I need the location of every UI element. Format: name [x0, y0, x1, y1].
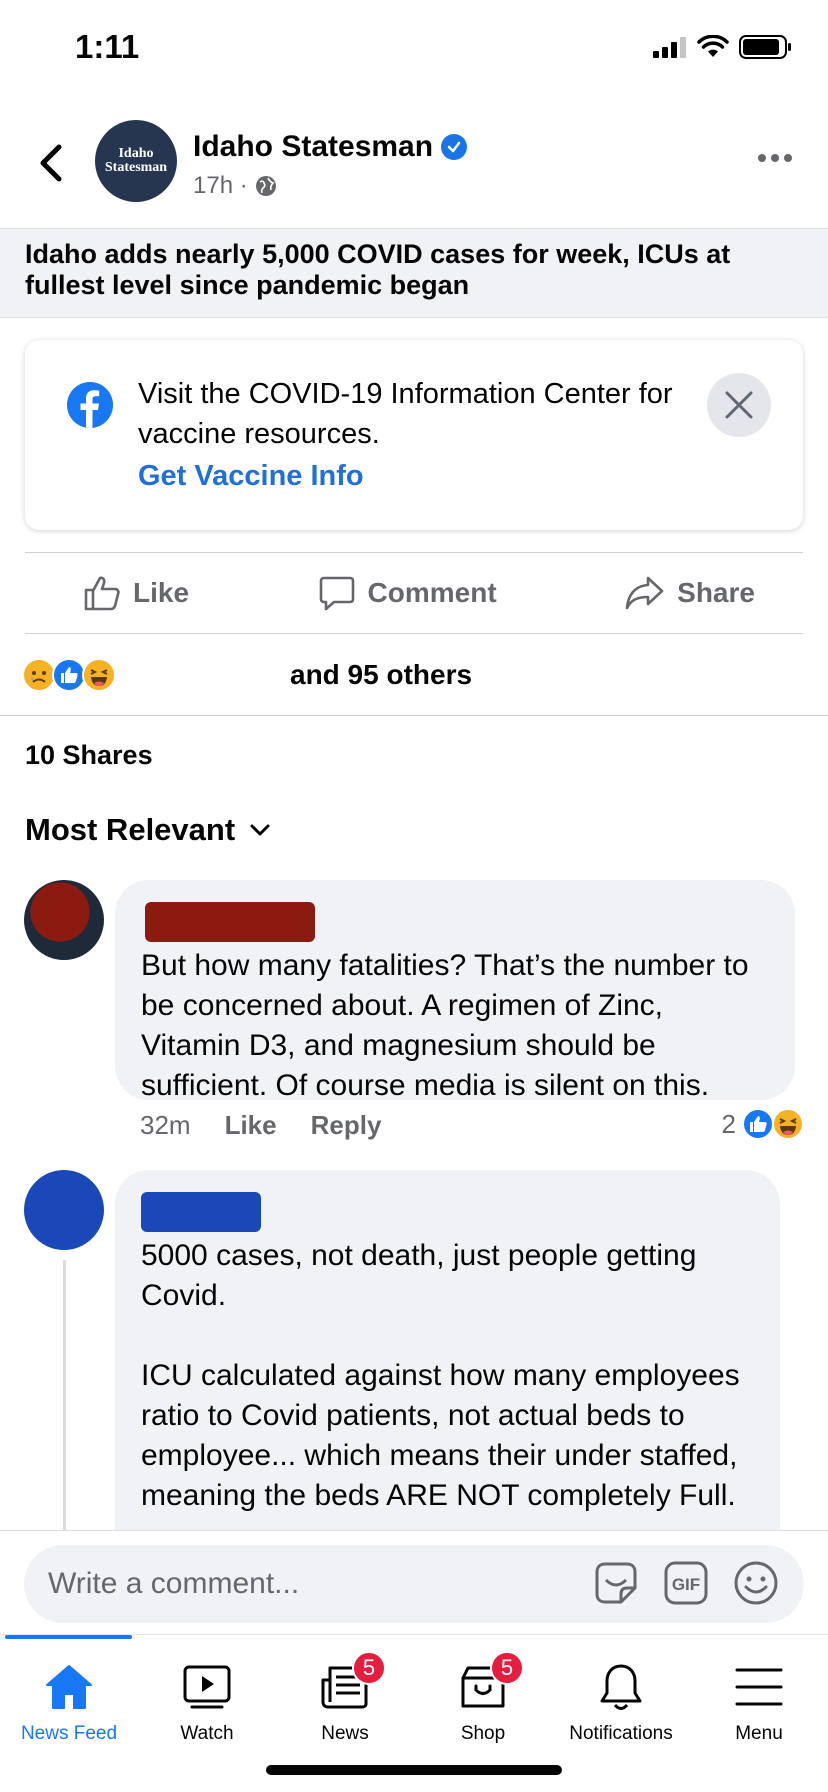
globe-icon — [255, 176, 276, 196]
comment-bubble[interactable]: But how many fatalities? That’s the numb… — [115, 880, 795, 1102]
like-label: Like — [133, 577, 190, 608]
commenter-avatar[interactable] — [24, 1170, 104, 1250]
tab-news[interactable]: 5 News — [276, 1651, 414, 1745]
comment-button[interactable]: Comment — [318, 574, 497, 612]
more-dot — [758, 154, 766, 162]
like-reaction-icon — [742, 1108, 774, 1140]
commenter-avatar[interactable] — [24, 880, 104, 960]
share-label: Share — [677, 577, 755, 608]
shop-badge: 5 — [490, 1651, 524, 1685]
haha-reaction-icon — [772, 1108, 804, 1140]
battery-icon — [739, 35, 791, 59]
comment-input[interactable]: Write a comment... GIF — [24, 1545, 804, 1623]
tab-shop[interactable]: 5 Shop — [414, 1651, 552, 1745]
get-vaccine-info-link[interactable]: Get Vaccine Info — [138, 460, 364, 493]
tab-label: Watch — [180, 1723, 234, 1744]
covid-info-card: Visit the COVID-19 Information Center fo… — [25, 340, 803, 530]
verified-badge-icon — [441, 134, 468, 160]
comment-reactions[interactable]: 2 — [722, 1108, 804, 1140]
close-icon — [725, 391, 753, 419]
active-tab-indicator — [5, 1635, 132, 1639]
reply-thread-line — [63, 1260, 66, 1530]
sort-label: Most Relevant — [25, 812, 236, 847]
comment-text-paragraph-1: 5000 cases, not death, just people getti… — [141, 1239, 697, 1312]
svg-text:GIF: GIF — [672, 1575, 700, 1594]
comment-label: Comment — [367, 577, 497, 608]
comment-reaction-count: 2 — [721, 1108, 736, 1139]
like-reaction-icon — [52, 658, 86, 692]
page-name[interactable]: Idaho Statesman — [193, 130, 468, 164]
more-dot — [784, 154, 792, 162]
sad-reaction-icon — [22, 658, 56, 692]
comment-text: But how many fatalities? That’s the numb… — [141, 949, 749, 1102]
bottom-tab-bar: News Feed Watch 5 News 5 Shop Notificati… — [0, 1634, 828, 1792]
divider — [0, 715, 828, 716]
like-button[interactable]: Like — [83, 574, 189, 612]
more-dot — [771, 154, 779, 162]
page-name-text[interactable]: Idaho Statesman — [193, 130, 433, 164]
cellular-signal-icon — [653, 37, 686, 58]
comment-icon — [319, 576, 354, 611]
close-card-button[interactable] — [707, 373, 771, 437]
shares-count[interactable]: 10 Shares — [25, 740, 153, 771]
comment-bubble[interactable]: 5000 cases, not death, just people getti… — [115, 1170, 780, 1570]
tab-watch[interactable]: Watch — [138, 1657, 276, 1745]
tab-label: Menu — [735, 1723, 783, 1744]
watch-icon — [177, 1657, 237, 1717]
post-meta: 17h · — [193, 172, 278, 200]
post-action-bar: Like Comment Share — [25, 552, 803, 634]
tab-notifications[interactable]: Notifications — [552, 1657, 690, 1745]
info-card-text: Visit the COVID-19 Information Center fo… — [138, 378, 673, 450]
reactions-summary[interactable]: and 95 others — [22, 652, 472, 698]
status-time: 1:11 — [75, 28, 140, 65]
sticker-icon[interactable] — [592, 1559, 640, 1607]
comment-text-paragraph-2: ICU calculated against how many employee… — [141, 1359, 740, 1512]
comment-reply-button[interactable]: Reply — [311, 1110, 382, 1141]
haha-reaction-icon — [82, 658, 116, 692]
post-time[interactable]: 17h · — [193, 172, 248, 200]
chevron-down-icon — [250, 824, 270, 836]
wifi-icon — [697, 35, 729, 57]
tabs: News Feed Watch 5 News 5 Shop Notificati… — [0, 1651, 828, 1745]
menu-icon — [729, 1657, 789, 1717]
reaction-icons — [22, 658, 116, 692]
back-button[interactable] — [30, 138, 70, 188]
comment-meta: 32m Like Reply — [140, 1110, 381, 1141]
home-icon — [39, 1657, 99, 1717]
comments-sort-dropdown[interactable]: Most Relevant — [25, 812, 271, 848]
share-icon — [625, 576, 664, 610]
facebook-logo-icon — [67, 382, 113, 428]
comment-composer: Write a comment... GIF — [0, 1530, 828, 1632]
bell-icon — [591, 1657, 651, 1717]
post-headline[interactable]: Idaho adds nearly 5,000 COVID cases for … — [0, 228, 828, 318]
chevron-left-icon — [40, 144, 62, 182]
tab-label: News Feed — [20, 1723, 118, 1744]
news-badge: 5 — [352, 1651, 386, 1685]
commenter-name-redacted[interactable] — [145, 902, 315, 942]
avatar-text-line2: Statesman — [104, 160, 168, 175]
more-options-button[interactable] — [758, 148, 798, 168]
comment-input-placeholder: Write a comment... — [48, 1567, 300, 1600]
post-header: Idaho Statesman Idaho Statesman 17h · — [0, 118, 828, 208]
reactions-count-text[interactable]: and 95 others — [290, 659, 590, 691]
share-button[interactable]: Share — [625, 574, 755, 612]
status-icons — [653, 34, 793, 60]
tab-label: News — [321, 1723, 369, 1744]
comment-like-button[interactable]: Like — [225, 1110, 277, 1141]
tab-menu[interactable]: Menu — [690, 1657, 828, 1745]
home-indicator — [266, 1765, 562, 1775]
tab-label: Shop — [460, 1723, 506, 1744]
tab-label: Notifications — [569, 1723, 673, 1744]
page-avatar[interactable]: Idaho Statesman — [95, 120, 177, 202]
status-bar: 1:11 — [0, 0, 828, 100]
comment-time[interactable]: 32m — [140, 1110, 191, 1141]
emoji-icon[interactable] — [732, 1559, 780, 1607]
commenter-name-redacted[interactable] — [141, 1192, 261, 1232]
composer-icons: GIF — [592, 1559, 780, 1607]
tab-news-feed[interactable]: News Feed — [0, 1657, 138, 1745]
gif-icon[interactable]: GIF — [662, 1559, 710, 1607]
thumbs-up-icon — [84, 576, 120, 611]
avatar-text-line1: Idaho — [118, 146, 154, 161]
